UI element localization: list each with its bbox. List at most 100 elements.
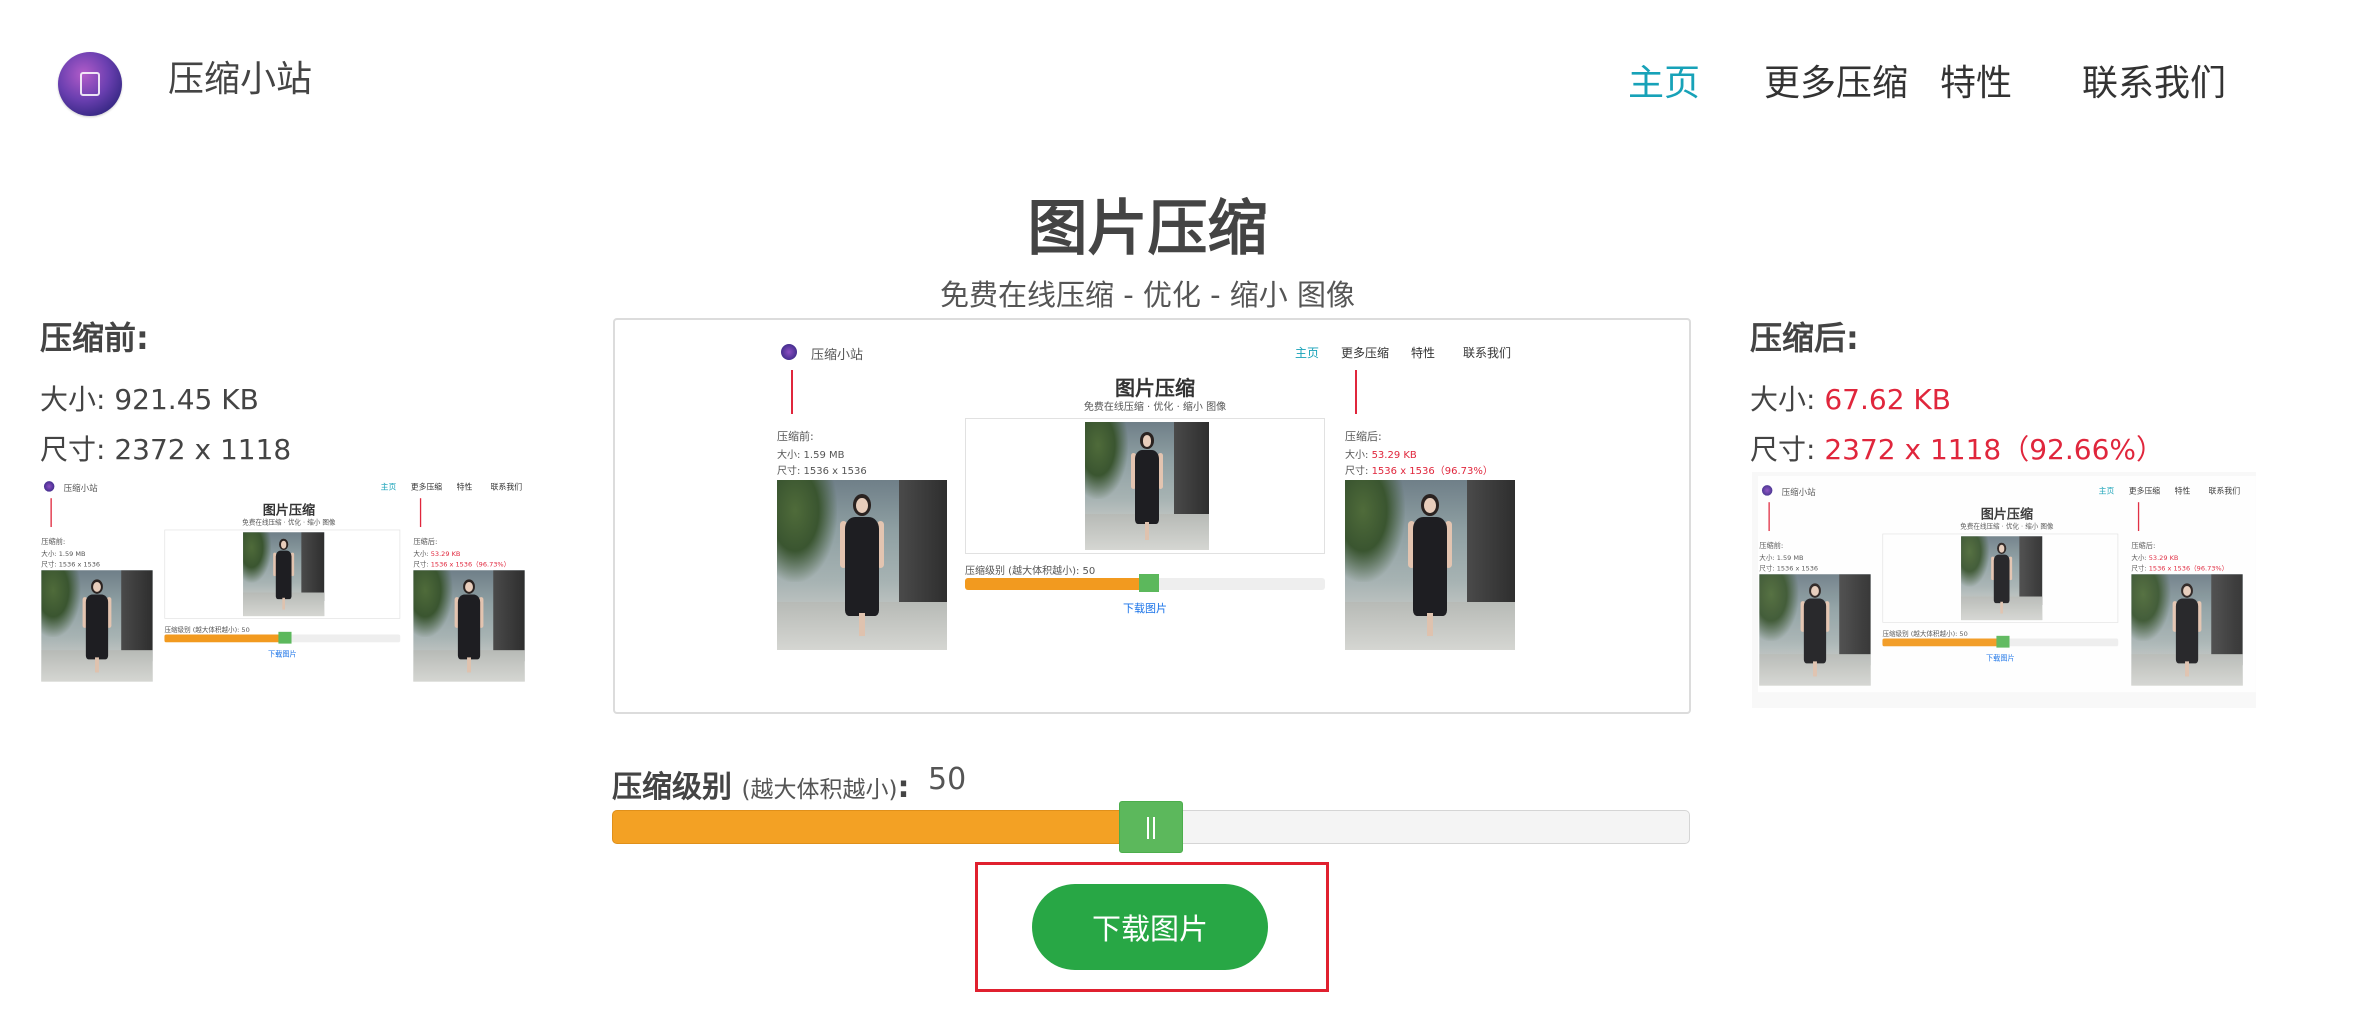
after-size: 大小: 67.62 KB <box>1750 378 1951 418</box>
mini-before-photo <box>777 480 947 650</box>
mini-before-size: 大小: 1.59 MB <box>1759 554 1804 562</box>
nav-item-contact[interactable]: 联系我们 <box>2082 54 2226 106</box>
slider-grip-icon <box>1147 817 1149 839</box>
mini-after-dim: 尺寸: 1536 x 1536（96.73%） <box>1345 466 1493 477</box>
mini-center-photo <box>1085 422 1209 550</box>
mini-after-size: 大小: 53.29 KB <box>2131 554 2179 562</box>
mini-after-dim: 尺寸: 1536 x 1536（96.73%） <box>2131 565 2229 573</box>
mini-arrow-right <box>1355 370 1357 414</box>
mini-logo-icon <box>781 344 797 360</box>
mini-after-photo <box>413 570 525 682</box>
mini-arrow-right <box>2137 502 2140 532</box>
before-dimensions: 尺寸: 2372 x 1118 <box>40 428 291 468</box>
mini-before-dim: 尺寸: 1536 x 1536 <box>41 561 101 569</box>
mini-title: 图片压缩 <box>1115 376 1195 400</box>
mini-nav-more: 更多压缩 <box>2128 486 2161 496</box>
mini-slider-thumb <box>1996 635 2010 648</box>
compression-level-hint: (越大体积越小) <box>741 777 898 803</box>
mini-before-size: 大小: 1.59 MB <box>41 550 86 558</box>
mini-subtitle: 免费在线压缩 · 优化 · 缩小 图像 <box>1960 523 2054 531</box>
nav-item-features[interactable]: 特性 <box>1940 54 2012 106</box>
mini-nav-home: 主页 <box>1295 346 1320 360</box>
mini-before-photo <box>41 570 153 682</box>
mini-nav-more: 更多压缩 <box>410 482 443 492</box>
mini-download: 下载图片 <box>267 650 297 659</box>
mini-after-head: 压缩后: <box>1345 430 1382 443</box>
mini-nav-home: 主页 <box>380 482 397 492</box>
compression-level-value: 50 <box>928 762 967 797</box>
mini-after-photo <box>1345 480 1515 650</box>
mini-level: 压缩级别 (越大体积越小): 50 <box>1882 630 1968 638</box>
compression-level-title: 压缩级别 <box>612 770 732 805</box>
mini-after-head: 压缩后: <box>2131 541 2156 551</box>
mini-nav-more: 更多压缩 <box>1341 346 1390 360</box>
mini-after-head: 压缩后: <box>413 537 438 547</box>
mini-subtitle: 免费在线压缩 · 优化 · 缩小 图像 <box>1083 402 1227 413</box>
after-size-label: 大小: <box>1750 383 1825 416</box>
mini-level: 压缩级别 (越大体积越小): 50 <box>965 566 1096 577</box>
mini-logo-icon <box>43 481 55 492</box>
before-size-value: 921.45 KB <box>114 383 259 416</box>
after-dim-label: 尺寸: <box>1750 433 1825 466</box>
mini-brand: 压缩小站 <box>1781 487 1816 498</box>
before-dim-value: 2372 x 1118 <box>114 433 292 466</box>
mini-after-photo <box>2131 574 2243 686</box>
page-subtitle: 免费在线压缩 - 优化 - 缩小 图像 <box>939 278 1356 312</box>
mini-logo-icon <box>1761 485 1773 496</box>
mini-nav-contact: 联系我们 <box>1463 346 1512 360</box>
before-heading: 压缩前: <box>40 319 149 357</box>
mini-center-photo <box>1961 536 2043 621</box>
mini-brand: 压缩小站 <box>63 483 98 494</box>
compression-level-colon: : <box>897 770 910 805</box>
mini-level: 压缩级别 (越大体积越小): 50 <box>164 626 250 634</box>
after-thumbnail: 压缩小站 主页 更多压缩 特性 联系我们 图片压缩 免费在线压缩 · 优化 · … <box>1752 472 2256 708</box>
mini-download: 下载图片 <box>1985 654 2015 663</box>
mini-arrow-left <box>50 498 52 528</box>
mini-after-size: 大小: 53.29 KB <box>1345 450 1417 461</box>
mini-slider-fill <box>164 634 283 643</box>
mini-slider-fill <box>965 578 1145 590</box>
after-dim-value: 2372 x 1118（92.66%） <box>1824 433 2164 466</box>
mini-before-dim: 尺寸: 1536 x 1536 <box>777 466 867 477</box>
download-button[interactable]: 下载图片 <box>1032 884 1268 970</box>
mini-nav-features: 特性 <box>2174 486 2191 496</box>
mini-before-photo <box>1759 574 1871 686</box>
before-dim-label: 尺寸: <box>40 433 115 466</box>
mini-after-dim: 尺寸: 1536 x 1536（96.73%） <box>413 561 511 569</box>
mini-nav-home: 主页 <box>2098 486 2115 496</box>
mini-download: 下载图片 <box>1123 602 1167 615</box>
mini-before-dim: 尺寸: 1536 x 1536 <box>1759 565 1819 573</box>
mini-arrow-left <box>1768 502 1770 532</box>
page-title: 图片压缩 <box>1027 194 1268 264</box>
compression-slider-fill <box>612 810 1151 844</box>
mini-after-size: 大小: 53.29 KB <box>413 550 461 558</box>
mini-arrow-right <box>419 498 422 528</box>
mini-slider-thumb <box>278 631 292 644</box>
slider-grip-icon <box>1153 817 1155 839</box>
mini-slider-fill <box>1882 638 2001 647</box>
mini-nav-features: 特性 <box>1411 346 1436 360</box>
before-size-label: 大小: <box>40 383 115 416</box>
nav-item-home[interactable]: 主页 <box>1628 54 1700 106</box>
mini-arrow-left <box>791 370 793 414</box>
logo-icon[interactable] <box>58 52 122 116</box>
mini-before-head: 压缩前: <box>777 430 814 443</box>
preview-box: 压缩小站 主页 更多压缩 特性 联系我们 图片压缩 免费在线压缩 · 优化 · … <box>613 318 1691 714</box>
mini-nav-contact: 联系我们 <box>490 482 523 492</box>
mini-nav-features: 特性 <box>456 482 473 492</box>
after-dimensions: 尺寸: 2372 x 1118（92.66%） <box>1750 428 2164 468</box>
brand-name[interactable]: 压缩小站 <box>168 50 312 102</box>
mini-brand: 压缩小站 <box>811 348 864 363</box>
mini-before-size: 大小: 1.59 MB <box>777 450 845 461</box>
compression-level-label: 压缩级别 (越大体积越小): <box>612 762 910 806</box>
mini-nav-contact: 联系我们 <box>2208 486 2241 496</box>
mini-subtitle: 免费在线压缩 · 优化 · 缩小 图像 <box>242 519 336 527</box>
mini-before-head: 压缩前: <box>41 537 66 547</box>
after-size-value: 67.62 KB <box>1824 383 1951 416</box>
compression-slider-thumb[interactable] <box>1119 801 1183 853</box>
after-heading: 压缩后: <box>1750 319 1859 357</box>
before-thumbnail: 压缩小站 主页 更多压缩 特性 联系我们 图片压缩 免费在线压缩 · 优化 · … <box>40 472 540 690</box>
mini-before-head: 压缩前: <box>1759 541 1784 551</box>
mini-center-photo <box>243 532 325 617</box>
nav-item-more-compression[interactable]: 更多压缩 <box>1764 54 1908 106</box>
